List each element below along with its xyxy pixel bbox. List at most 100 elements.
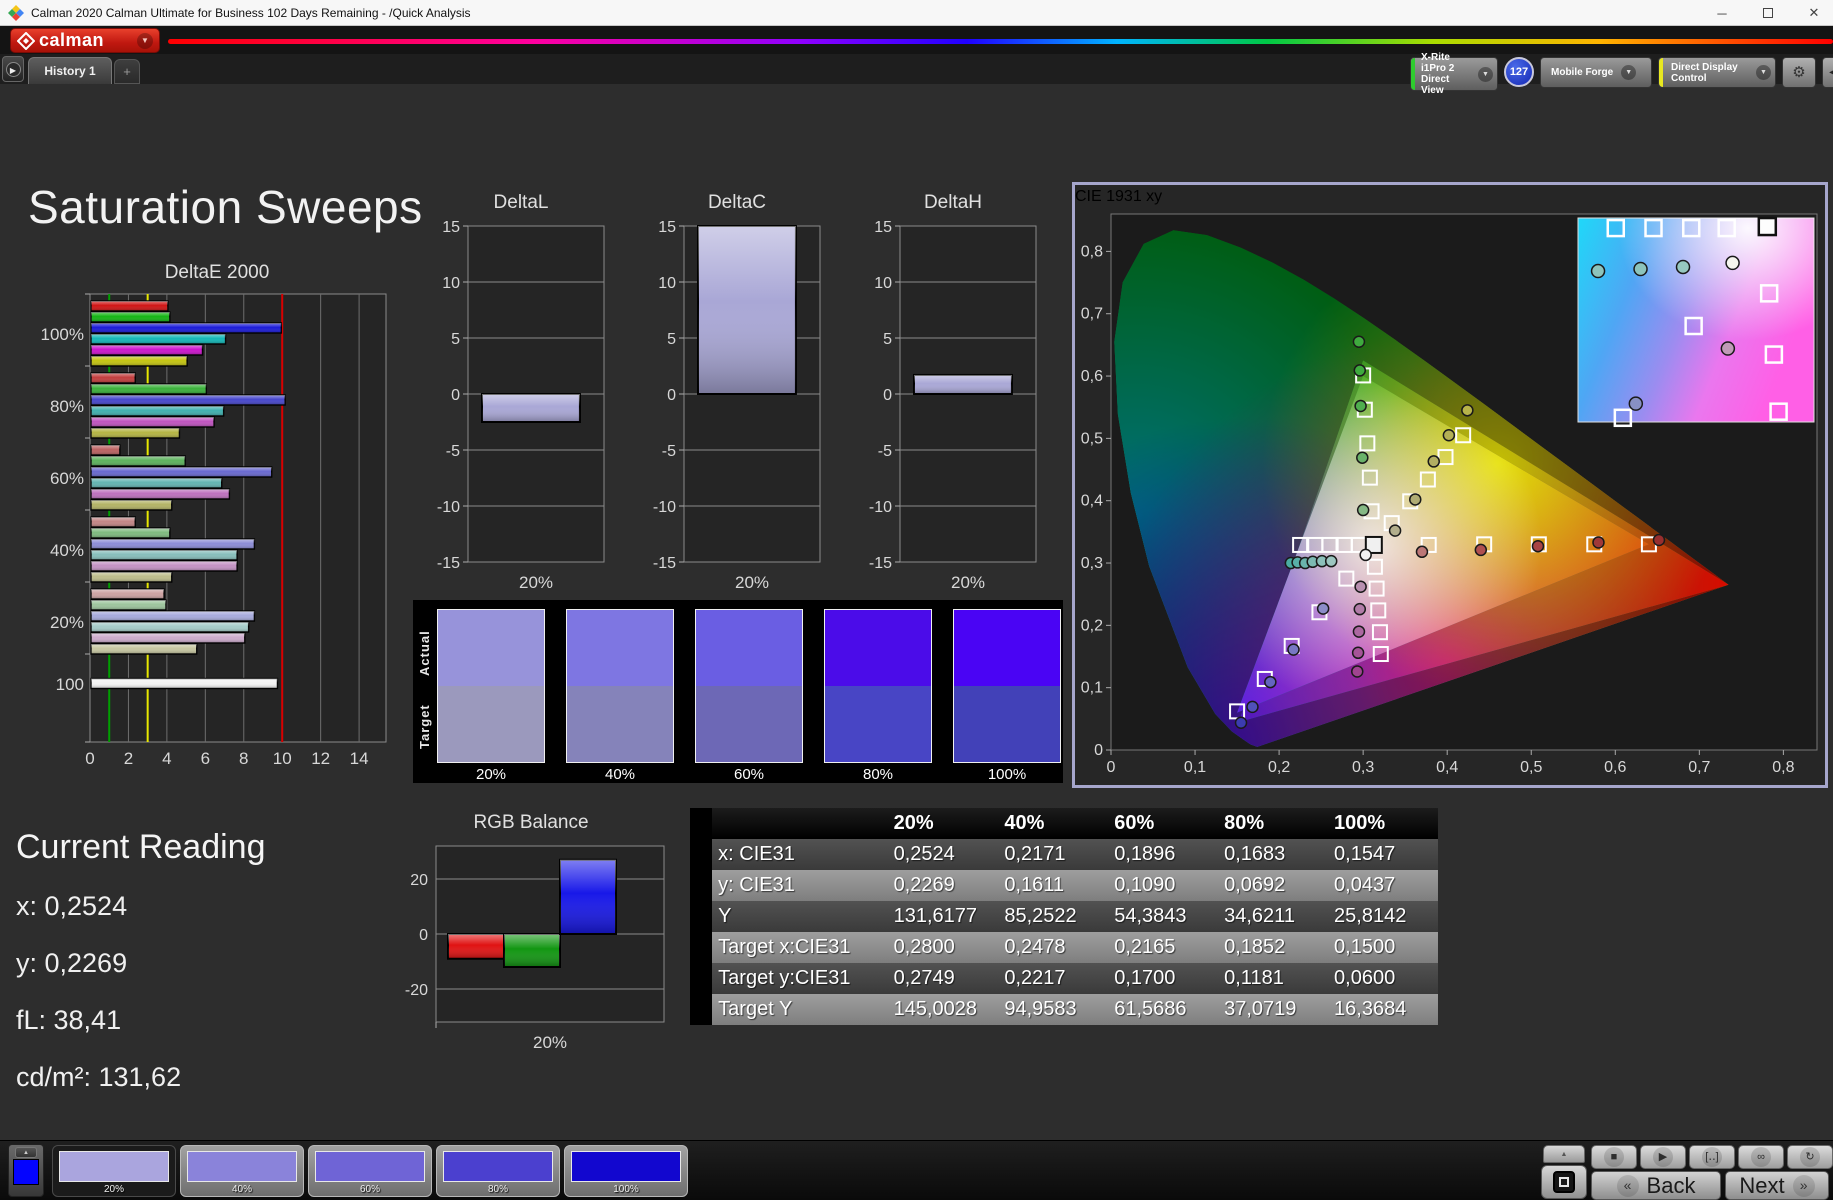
table-cell: 0,1611 — [998, 870, 1108, 901]
svg-text:-5: -5 — [446, 443, 460, 460]
rgb-balance-chart: RGB Balance 200-2020% — [388, 812, 674, 1069]
inset-measured-marker — [1629, 397, 1642, 410]
svg-text:5: 5 — [667, 331, 676, 348]
swatch-label: 60% — [695, 766, 803, 783]
svg-text:-15: -15 — [869, 555, 892, 572]
collapse-toolbar-button[interactable]: ◀ — [1822, 57, 1833, 88]
cie-measured-marker — [1354, 365, 1365, 376]
pattern-button-100[interactable]: 100% — [564, 1145, 688, 1197]
cie-measured-marker — [1353, 647, 1364, 658]
target-row-label: Target — [417, 692, 433, 762]
calman-menu-button[interactable]: calman ▼ — [10, 28, 160, 53]
reading-x: x: 0,2524 — [16, 891, 265, 922]
table-cell: 0,2165 — [1108, 932, 1218, 963]
table-cell: 131,6177 — [888, 901, 999, 932]
svg-text:0,8: 0,8 — [1081, 243, 1103, 260]
chevron-down-icon[interactable]: ▼ — [137, 33, 153, 49]
add-tab-button[interactable]: + — [114, 59, 140, 84]
actual-swatch — [567, 610, 673, 686]
tab-history-1[interactable]: History 1 — [28, 57, 112, 84]
pattern-button-40[interactable]: 40% — [180, 1145, 304, 1197]
meter-label: X-Rite i1Pro 2 Direct View — [1421, 52, 1470, 96]
expand-sidebar-button[interactable]: ▶ — [2, 56, 24, 82]
svg-text:0,6: 0,6 — [1081, 368, 1103, 385]
table-cell: 0,1852 — [1218, 932, 1328, 963]
table-row: x: CIE310,25240,21710,18960,16830,1547 — [690, 839, 1438, 870]
spectrum-divider — [168, 39, 1833, 44]
cie-1931-panel: CIE 1931 xy 00,10,20,30,40,50,60,70,800,… — [1072, 182, 1828, 788]
actual-swatch — [438, 610, 544, 686]
svg-text:20%: 20% — [533, 1033, 567, 1052]
svg-text:5: 5 — [451, 331, 460, 348]
chevron-up-icon[interactable]: ▲ — [1543, 1145, 1585, 1163]
refresh-button[interactable]: ↻ — [1787, 1145, 1833, 1169]
pattern-label: 80% — [437, 1184, 559, 1195]
table-cell: 85,2522 — [998, 901, 1108, 932]
next-label: Next — [1739, 1173, 1784, 1199]
cie-measured-marker — [1318, 603, 1329, 614]
svg-text:0,7: 0,7 — [1081, 306, 1103, 323]
continuous-button[interactable]: ∞ — [1738, 1145, 1784, 1169]
actual-swatch — [696, 610, 802, 686]
svg-text:20%: 20% — [519, 573, 553, 592]
current-pattern-swatch[interactable] — [13, 1159, 39, 1185]
window-title: Calman 2020 Calman Ultimate for Business… — [31, 6, 471, 20]
cie-measured-marker — [1353, 626, 1364, 637]
table-cell: 34,6211 — [1218, 901, 1328, 932]
row-label: Target Y — [712, 994, 887, 1025]
play-button[interactable]: ▶ — [1640, 1145, 1686, 1169]
next-button[interactable]: Next » — [1725, 1171, 1829, 1200]
cie-measured-marker — [1532, 541, 1543, 552]
svg-text:10: 10 — [273, 749, 292, 768]
table-cell: 0,1181 — [1218, 963, 1328, 994]
workflow-status-stripe — [1659, 58, 1663, 87]
infinity-icon: ∞ — [1751, 1147, 1771, 1167]
transport-panel: ▲ ■ ▶ [‥] ∞ ↻ « Back Next » — [1541, 1143, 1829, 1200]
target-swatch — [954, 686, 1060, 762]
target-swatch — [696, 686, 802, 762]
deltac-chart-canvas: 151050-5-10-1520% — [646, 216, 828, 598]
source-label: Mobile Forge — [1551, 67, 1613, 78]
meter-dropdown[interactable]: X-Rite i1Pro 2 Direct View ▼ — [1410, 57, 1498, 91]
workflow-dropdown[interactable]: Direct Display Control ▼ — [1658, 57, 1776, 88]
table-cell: 25,8142 — [1328, 901, 1438, 932]
table-cell: 37,0719 — [1218, 994, 1328, 1025]
table-cell: 0,1700 — [1108, 963, 1218, 994]
chevron-up-icon[interactable]: ▲ — [15, 1147, 37, 1158]
step-button[interactable]: [‥] — [1689, 1145, 1735, 1169]
pattern-button-20[interactable]: 20% — [52, 1145, 176, 1197]
inset-measured-marker — [1592, 265, 1605, 278]
table-row: Target y:CIE310,27490,22170,17000,11810,… — [690, 963, 1438, 994]
pattern-button-60[interactable]: 60% — [308, 1145, 432, 1197]
pattern-button-80[interactable]: 80% — [436, 1145, 560, 1197]
stop-button[interactable]: ■ — [1591, 1145, 1637, 1169]
settings-gear-button[interactable]: ⚙ — [1782, 57, 1816, 88]
meter-count-badge[interactable]: 127 — [1504, 57, 1534, 87]
calman-app-icon — [8, 5, 24, 21]
cie-measured-marker — [1390, 525, 1401, 536]
svg-text:0,7: 0,7 — [1688, 759, 1710, 776]
pattern-window-button[interactable] — [1541, 1165, 1587, 1199]
svg-text:0,5: 0,5 — [1081, 430, 1103, 447]
close-icon[interactable]: ✕ — [1805, 5, 1823, 21]
column-header: 40% — [998, 808, 1108, 839]
svg-text:15: 15 — [442, 219, 460, 236]
svg-text:10: 10 — [658, 275, 676, 292]
swatch-column: 40% — [566, 609, 674, 783]
table-row: Target x:CIE310,28000,24780,21650,18520,… — [690, 932, 1438, 963]
table-row: y: CIE310,22690,16110,10900,06920,0437 — [690, 870, 1438, 901]
source-dropdown[interactable]: Mobile Forge ▼ — [1540, 57, 1652, 88]
refresh-icon: ↻ — [1800, 1147, 1820, 1167]
deltal-chart-title: DeltaL — [430, 192, 612, 216]
maximize-icon[interactable] — [1759, 6, 1777, 21]
column-header: 100% — [1328, 808, 1438, 839]
table-cell: 0,0600 — [1328, 963, 1438, 994]
cie-measured-marker — [1358, 505, 1369, 516]
table-cell: 0,2269 — [888, 870, 999, 901]
deltah-chart-title: DeltaH — [862, 192, 1044, 216]
minimize-icon[interactable]: ─ — [1713, 6, 1731, 21]
deltal-chart-canvas: 151050-5-10-1520% — [430, 216, 612, 598]
cie-measured-marker — [1593, 537, 1604, 548]
svg-text:100%: 100% — [41, 325, 84, 344]
back-button[interactable]: « Back — [1591, 1171, 1721, 1200]
